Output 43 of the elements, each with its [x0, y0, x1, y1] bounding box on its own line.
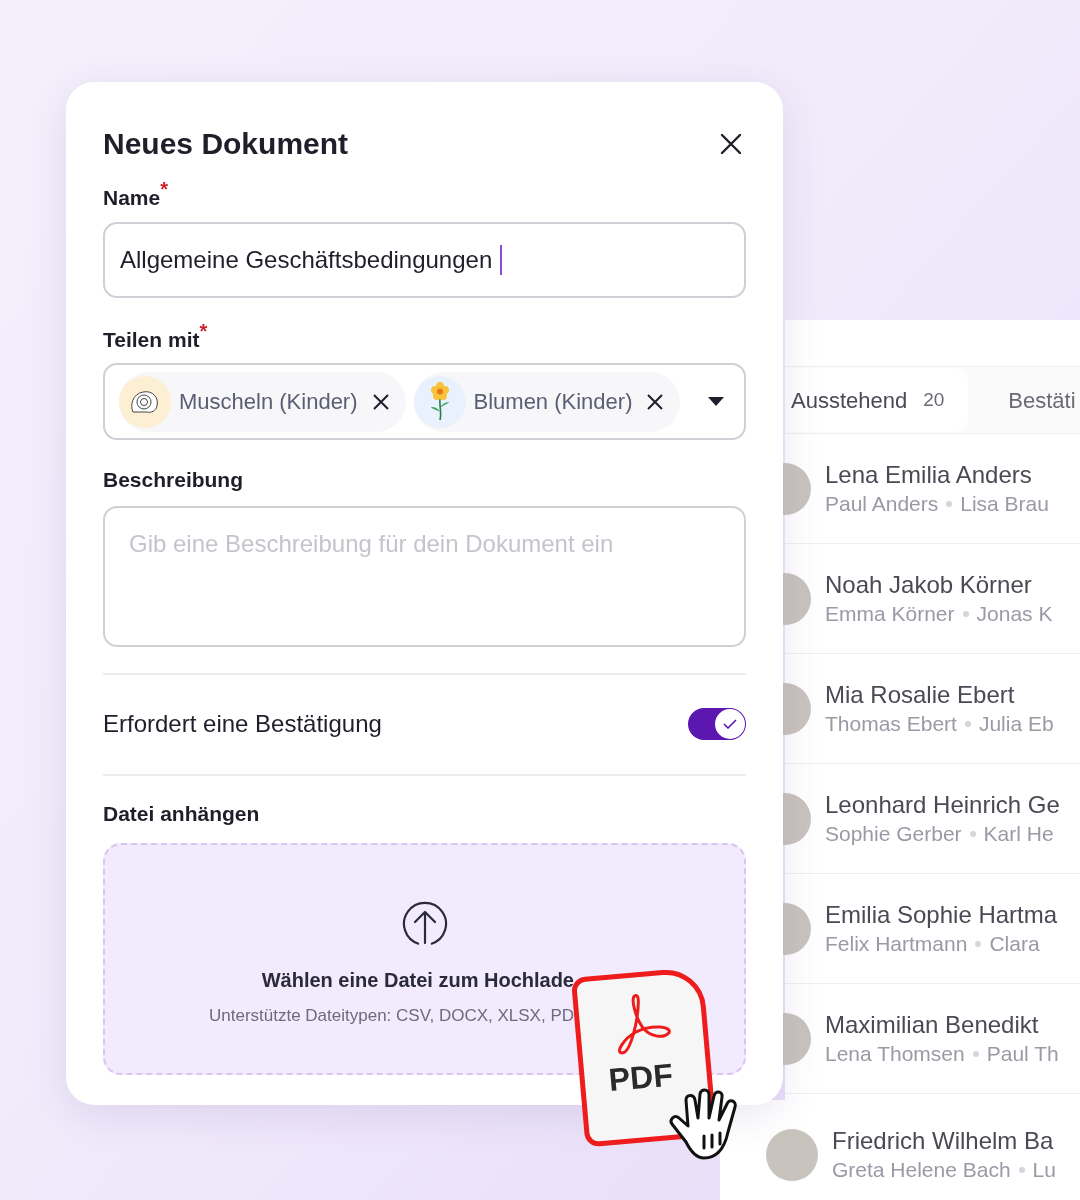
share-select-field[interactable]: Muscheln (Kinder) Blumen (Kinder) [103, 363, 746, 440]
parent-name: Paul Anders [825, 490, 939, 517]
child-name: Noah Jakob Körner [825, 569, 1033, 600]
parent-name: Thomas Ebert [825, 710, 957, 737]
recipient-chip[interactable]: Blumen (Kinder) [413, 371, 681, 432]
child-name: Emilia Sophie Hartma [825, 899, 1058, 930]
field-label: Beschreibung [103, 467, 244, 493]
recipient-chip[interactable]: Muscheln (Kinder) [119, 371, 406, 432]
child-name: Friedrich Wilhelm Ba [832, 1125, 1055, 1156]
toggle-label: Erfordert eine Bestätigung [103, 709, 382, 739]
field-label: Teilen mit [103, 327, 200, 353]
confirmation-toggle[interactable] [688, 708, 746, 740]
parent-name: Lena Thomsen [825, 1040, 965, 1067]
parent-name: Julia Eb [978, 710, 1054, 737]
parent-name: Greta Helene Bach [832, 1156, 1011, 1183]
text-cursor [500, 244, 503, 275]
parent-name: Lu [1032, 1156, 1056, 1183]
child-name: Maximilian Benedikt [825, 1009, 1040, 1040]
field-label: Datei anhängen [103, 800, 260, 827]
parent-name: Paul Th [986, 1040, 1059, 1067]
dialog-title: Neues Dokument [103, 129, 349, 159]
parent-name: Felix Hartmann [825, 930, 968, 957]
name-input-field[interactable]: Allgemeine Geschäftsbedingungen [103, 221, 746, 298]
required-mark: * [199, 320, 208, 341]
close-icon [720, 133, 742, 155]
parent-name: Sophie Gerber [825, 820, 962, 847]
parent-name: Lisa Brau [960, 490, 1049, 517]
parent-name: Emma Körner [825, 600, 955, 627]
status-tab[interactable]: Bestäti [1002, 368, 1080, 432]
parent-name: Karl He [983, 820, 1054, 847]
description-input-field[interactable]: Gib eine Beschreibung für dein Dokument ein [103, 505, 746, 647]
child-name: Leonhard Heinrich Ge [825, 789, 1060, 820]
child-name: Mia Rosalie Ebert [825, 679, 1016, 710]
parent-name: Jonas K [976, 600, 1053, 627]
child-name: Lena Emilia Anders [825, 459, 1033, 490]
required-mark: * [160, 179, 168, 199]
dropdown-caret-icon[interactable] [708, 396, 724, 407]
upload-icon [400, 899, 449, 947]
parent-name: Clara [989, 930, 1040, 957]
check-icon [723, 719, 737, 729]
field-label: Name [103, 186, 161, 211]
avatar-photo-placeholder [766, 1128, 818, 1181]
status-tab[interactable]: Ausstehend 20 [785, 368, 969, 432]
